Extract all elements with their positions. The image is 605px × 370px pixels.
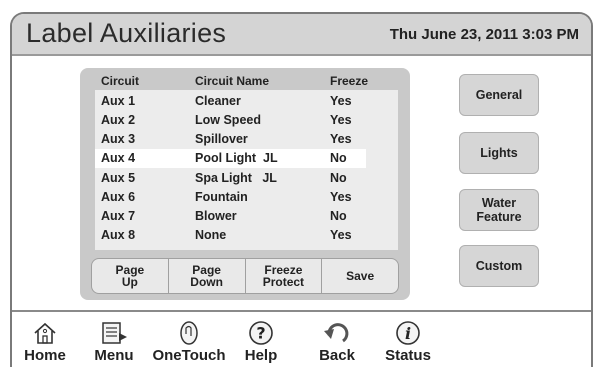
- page-up-button[interactable]: Page Up: [92, 259, 169, 293]
- circuit-cell: Aux 4: [101, 151, 136, 165]
- nav-status[interactable]: i Status: [373, 314, 443, 367]
- circuit-name-cell: Spillover: [195, 132, 248, 146]
- freeze-protect-button[interactable]: Freeze Protect: [246, 259, 323, 293]
- aux-label-panel: Circuit Circuit Name Freeze Aux 1 Cleane…: [80, 68, 410, 300]
- table-row-selected[interactable]: Aux 4 Pool Light JL No: [95, 149, 366, 168]
- table-row[interactable]: Aux 6 Fountain Yes: [95, 188, 398, 207]
- circuit-cell: Aux 8: [101, 228, 136, 242]
- panel-button-bar: Page Up Page Down Freeze Protect Save: [91, 258, 399, 294]
- date-time: Thu June 23, 2011 3:03 PM: [389, 26, 579, 43]
- nav-back-label: Back: [319, 347, 355, 364]
- circuit-name-cell: Spa Light JL: [195, 171, 277, 185]
- circuit-name-cell: Blower: [195, 209, 237, 223]
- circuit-cell: Aux 2: [101, 113, 136, 127]
- nav-menu-label: Menu: [94, 347, 134, 364]
- page-down-button[interactable]: Page Down: [169, 259, 246, 293]
- nav-menu[interactable]: Menu: [79, 314, 149, 367]
- column-header-circuit-name: Circuit Name: [195, 74, 270, 88]
- circuit-name-cell: Low Speed: [195, 113, 261, 127]
- nav-divider: [12, 310, 591, 312]
- column-header-freeze: Freeze: [330, 74, 369, 88]
- table-row[interactable]: Aux 1 Cleaner Yes: [95, 92, 398, 111]
- menu-icon: [79, 320, 149, 346]
- freeze-cell: No: [330, 209, 347, 223]
- svg-text:?: ?: [256, 324, 265, 343]
- freeze-cell: Yes: [330, 228, 352, 242]
- freeze-cell: Yes: [330, 190, 352, 204]
- nav-help-label: Help: [244, 347, 278, 364]
- column-header-circuit: Circuit: [101, 74, 140, 88]
- save-button[interactable]: Save: [322, 259, 398, 293]
- circuit-cell: Aux 5: [101, 171, 136, 185]
- table-row[interactable]: Aux 3 Spillover Yes: [95, 130, 398, 149]
- nav-onetouch-label: OneTouch: [152, 347, 226, 364]
- circuit-cell: Aux 6: [101, 190, 136, 204]
- circuit-cell: Aux 1: [101, 94, 136, 108]
- lights-button[interactable]: Lights: [459, 132, 539, 174]
- header-bar: Label Auxiliaries Thu June 23, 2011 3:03…: [12, 14, 591, 56]
- circuit-cell: Aux 7: [101, 209, 136, 223]
- general-button[interactable]: General: [459, 74, 539, 116]
- nav-help[interactable]: ? Help: [226, 314, 296, 367]
- table-row[interactable]: Aux 5 Spa Light JL No: [95, 169, 398, 188]
- status-icon: i: [373, 320, 443, 346]
- nav-back[interactable]: Back: [302, 314, 372, 367]
- circuit-name-cell: None: [195, 228, 227, 242]
- freeze-cell: Yes: [330, 94, 352, 108]
- custom-button[interactable]: Custom: [459, 245, 539, 287]
- water-feature-button[interactable]: Water Feature: [459, 189, 539, 231]
- freeze-cell: Yes: [330, 132, 352, 146]
- onetouch-icon: [152, 320, 226, 346]
- nav-home[interactable]: Home: [12, 314, 80, 367]
- freeze-cell: Yes: [330, 113, 352, 127]
- back-icon: [302, 320, 372, 346]
- table-row[interactable]: Aux 7 Blower No: [95, 207, 398, 226]
- help-icon: ?: [226, 320, 296, 346]
- circuit-name-cell: Fountain: [195, 190, 248, 204]
- table-row[interactable]: Aux 2 Low Speed Yes: [95, 111, 398, 130]
- circuit-cell: Aux 3: [101, 132, 136, 146]
- nav-status-label: Status: [385, 347, 431, 364]
- circuit-name-cell: Pool Light JL: [195, 151, 278, 165]
- nav-home-label: Home: [24, 347, 66, 364]
- table-row[interactable]: Aux 8 None Yes: [95, 226, 398, 245]
- screen-frame: Label Auxiliaries Thu June 23, 2011 3:03…: [10, 12, 593, 367]
- freeze-cell: No: [330, 151, 347, 165]
- circuit-table: Aux 1 Cleaner Yes Aux 2 Low Speed Yes Au…: [95, 90, 398, 250]
- page-title: Label Auxiliaries: [26, 18, 227, 48]
- freeze-cell: No: [330, 171, 347, 185]
- home-icon: [12, 320, 80, 346]
- circuit-name-cell: Cleaner: [195, 94, 241, 108]
- nav-onetouch[interactable]: OneTouch: [152, 314, 226, 367]
- svg-text:i: i: [405, 324, 411, 343]
